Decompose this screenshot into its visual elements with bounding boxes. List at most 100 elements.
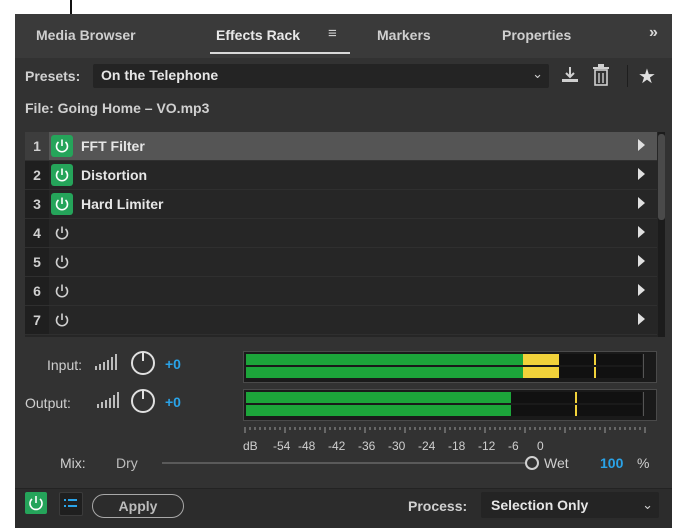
panel-tab-bar: Media Browser Effects Rack ≡ Markers Pro…: [15, 14, 672, 58]
effect-slot-arrow-icon[interactable]: [638, 226, 645, 238]
effect-slot[interactable]: 4: [25, 219, 657, 248]
effect-slot-arrow-icon[interactable]: [638, 255, 645, 267]
mix-label: Mix:: [60, 455, 86, 471]
effect-slot[interactable]: 3 Hard Limiter: [25, 190, 657, 219]
effect-slot-number: 2: [25, 161, 49, 189]
mix-wet-label: Wet: [544, 455, 569, 471]
effect-slot-arrow-icon[interactable]: [638, 284, 645, 296]
list-view-button[interactable]: [59, 492, 83, 516]
effect-slot-arrow-icon[interactable]: [638, 139, 645, 151]
input-level-meter: [243, 351, 657, 383]
input-gain-knob[interactable]: [130, 350, 156, 381]
input-meter-lane-left: [246, 354, 642, 365]
active-tab-indicator: [210, 52, 350, 54]
power-icon[interactable]: [51, 193, 73, 215]
effect-slot-name: FFT Filter: [81, 138, 145, 154]
meter-scale-label: -30: [388, 439, 406, 453]
effect-slot-number: 3: [25, 190, 49, 218]
meter-scale-label: -48: [298, 439, 316, 453]
output-meter-green-fill: [246, 405, 512, 416]
master-power-button[interactable]: [25, 492, 47, 514]
panel-menu-icon[interactable]: ≡: [328, 25, 337, 42]
tab-media-browser[interactable]: Media Browser: [36, 27, 136, 43]
tabs-overflow-icon[interactable]: »: [649, 24, 658, 42]
output-gain-value[interactable]: +0: [165, 394, 181, 410]
process-dropdown[interactable]: Selection Only ⌄: [481, 492, 659, 518]
file-label: File: Going Home – VO.mp3: [25, 100, 210, 116]
volume-bars-icon: [95, 354, 121, 375]
input-meter-yellow-fill: [523, 367, 559, 378]
input-meter-peak: [594, 354, 597, 365]
output-meter-green-fill: [246, 392, 512, 403]
mix-unit: %: [637, 455, 650, 471]
meter-scale-label: -18: [448, 439, 466, 453]
output-meter-lane-left: [246, 392, 642, 403]
output-meter-lane-right: [246, 405, 642, 416]
input-meter-clip-indicator[interactable]: [643, 354, 654, 378]
power-icon[interactable]: [51, 280, 73, 302]
effects-rack-panel: Media Browser Effects Rack ≡ Markers Pro…: [15, 14, 672, 528]
input-meter-lane-right: [246, 367, 642, 378]
meter-scale-ticks: [244, 427, 646, 433]
meter-scale-label: -54: [273, 439, 291, 453]
power-icon[interactable]: [51, 309, 73, 331]
mix-slider-handle[interactable]: [525, 456, 539, 470]
effect-slot-arrow-icon[interactable]: [638, 197, 645, 209]
input-meter-yellow-fill: [523, 354, 559, 365]
effect-slot-number: 7: [25, 306, 49, 334]
effect-slot-name: Distortion: [81, 167, 148, 183]
rack-scrollbar-thumb[interactable]: [658, 134, 665, 220]
power-icon[interactable]: [51, 135, 73, 157]
output-meter-peak: [574, 405, 577, 416]
effect-slot-number: 6: [25, 277, 49, 305]
output-gain-knob[interactable]: [130, 388, 156, 419]
star-icon[interactable]: ★: [638, 64, 656, 89]
power-icon[interactable]: [51, 222, 73, 244]
apply-button[interactable]: Apply: [92, 494, 184, 518]
effect-slot-arrow-icon[interactable]: [638, 313, 645, 325]
effects-rack-list: 1 FFT Filter 2 Distortion 3 Hard Limiter 4 5 6 7: [25, 132, 665, 337]
toolbar-separator: [627, 65, 628, 87]
power-icon[interactable]: [51, 164, 73, 186]
presets-label: Presets:: [25, 68, 81, 84]
output-label: Output:: [25, 395, 71, 411]
effect-slot-number: 4: [25, 219, 49, 247]
trash-icon[interactable]: [592, 64, 610, 91]
effect-slot-number: 1: [25, 132, 49, 160]
meter-scale-label: -36: [358, 439, 376, 453]
effect-slot[interactable]: 7: [25, 306, 657, 335]
effect-slot[interactable]: 1 FFT Filter: [25, 132, 657, 161]
power-icon[interactable]: [51, 251, 73, 273]
effect-slot[interactable]: 2 Distortion: [25, 161, 657, 190]
meter-scale-label: -12: [478, 439, 496, 453]
effect-slot-arrow-icon[interactable]: [638, 168, 645, 180]
mix-value[interactable]: 100: [600, 455, 623, 471]
input-gain-value[interactable]: +0: [165, 356, 181, 372]
process-selected-value: Selection Only: [491, 497, 589, 513]
input-meter-peak: [594, 367, 597, 378]
input-label: Input:: [47, 357, 83, 373]
effect-slot[interactable]: 6: [25, 277, 657, 306]
meter-scale-label: -24: [418, 439, 436, 453]
meter-scale-label: dB: [243, 439, 258, 453]
tab-markers[interactable]: Markers: [377, 27, 431, 43]
mix-slider-track[interactable]: [162, 462, 529, 464]
output-level-meter: [243, 389, 657, 421]
presets-dropdown[interactable]: On the Telephone ⌄: [93, 64, 549, 88]
chevron-down-icon: ⌄: [642, 497, 653, 512]
input-meter-green-fill: [246, 354, 524, 365]
effect-slot[interactable]: 5: [25, 248, 657, 277]
effect-slot-name: Hard Limiter: [81, 196, 164, 212]
effect-slot-number: 5: [25, 248, 49, 276]
output-meter-peak: [574, 392, 577, 403]
volume-bars-icon: [97, 392, 123, 413]
download-preset-icon[interactable]: [560, 65, 580, 90]
mix-dry-label: Dry: [116, 455, 138, 471]
output-meter-clip-indicator[interactable]: [643, 392, 654, 416]
tab-effects-rack[interactable]: Effects Rack: [216, 27, 300, 43]
process-label: Process:: [408, 498, 468, 514]
meter-scale-label: 0: [537, 439, 544, 453]
input-meter-green-fill: [246, 367, 524, 378]
meter-scale-label: -42: [328, 439, 346, 453]
tab-properties[interactable]: Properties: [502, 27, 571, 43]
